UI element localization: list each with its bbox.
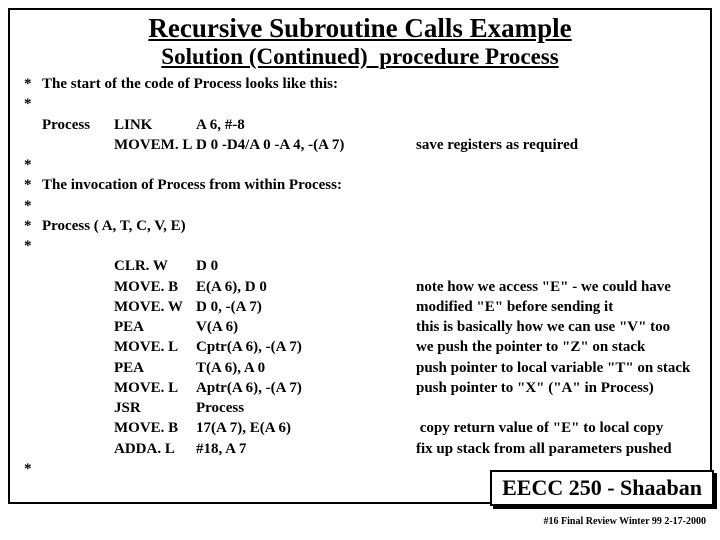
- slide-title: Recursive Subroutine Calls Example: [24, 14, 696, 44]
- comment-line: * Process ( A, T, C, V, E): [24, 216, 690, 236]
- code-line: MOVE. B17(A 7), E(A 6) copy return value…: [24, 418, 690, 438]
- comment-line: *: [24, 94, 690, 114]
- code-line: MOVEM. L D 0 -D4/A 0 -A 4, -(A 7) save r…: [24, 135, 690, 155]
- code-line: CLR. WD 0: [24, 256, 690, 276]
- code-line: PEAT(A 6), A 0push pointer to local vari…: [24, 358, 690, 378]
- slide-subtitle: Solution (Continued) procedure Process: [24, 44, 696, 70]
- footer-badge: EECC 250 - Shaaban: [490, 470, 714, 506]
- code-line: ADDA. L#18, A 7fix up stack from all par…: [24, 439, 690, 459]
- code-line: MOVE. LCptr(A 6), -(A 7)we push the poin…: [24, 337, 690, 357]
- comment-line: *: [24, 236, 690, 256]
- code-listing: * The start of the code of Process looks…: [24, 74, 690, 479]
- slide-frame: Recursive Subroutine Calls Example Solut…: [8, 8, 712, 504]
- comment-line: *: [24, 155, 690, 175]
- comment-line: * The invocation of Process from within …: [24, 175, 690, 195]
- code-line: MOVE. LAptr(A 6), -(A 7)push pointer to …: [24, 378, 690, 398]
- comment-line: *: [24, 196, 690, 216]
- page-footer: #16 Final Review Winter 99 2-17-2000: [8, 516, 706, 527]
- code-line: MOVE. WD 0, -(A 7)modified "E" before se…: [24, 297, 690, 317]
- slide-body: * The start of the code of Process looks…: [24, 74, 696, 479]
- code-line: JSRProcess: [24, 398, 690, 418]
- code-line: PEAV(A 6)this is basically how we can us…: [24, 317, 690, 337]
- code-line: MOVE. BE(A 6), D 0note how we access "E"…: [24, 277, 690, 297]
- comment-line: * The start of the code of Process looks…: [24, 74, 690, 94]
- code-line: Process LINK A 6, #-8: [24, 115, 690, 135]
